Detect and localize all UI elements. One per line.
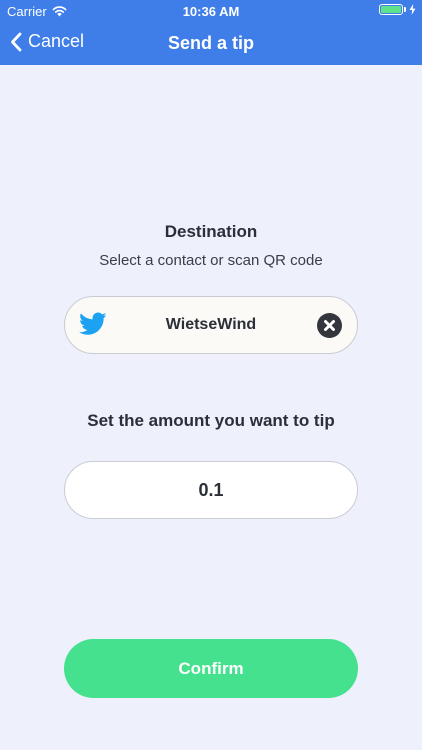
header-bar: Carrier 10:36 AM Cancel Send a tip <box>0 0 422 65</box>
status-bar: Carrier 10:36 AM <box>0 0 422 22</box>
destination-field[interactable]: WietseWind <box>64 296 358 354</box>
battery-icon <box>379 4 403 15</box>
destination-subtitle: Select a contact or scan QR code <box>99 252 323 269</box>
charging-icon <box>409 4 416 15</box>
amount-field[interactable] <box>64 461 358 519</box>
close-icon <box>324 320 335 331</box>
status-time: 10:36 AM <box>182 4 240 19</box>
amount-label: Set the amount you want to tip <box>87 411 335 430</box>
destination-title: Destination <box>164 222 258 241</box>
status-right <box>379 4 416 15</box>
page-title: Send a tip <box>167 33 254 53</box>
clear-destination-button[interactable] <box>317 313 342 338</box>
selected-contact: WietseWind <box>165 316 257 333</box>
amount-input[interactable] <box>85 480 337 501</box>
confirm-button[interactable]: Confirm <box>64 639 358 698</box>
battery-tip <box>404 7 406 12</box>
battery-level <box>381 6 401 13</box>
navigation-bar: Cancel Send a tip <box>0 22 422 65</box>
